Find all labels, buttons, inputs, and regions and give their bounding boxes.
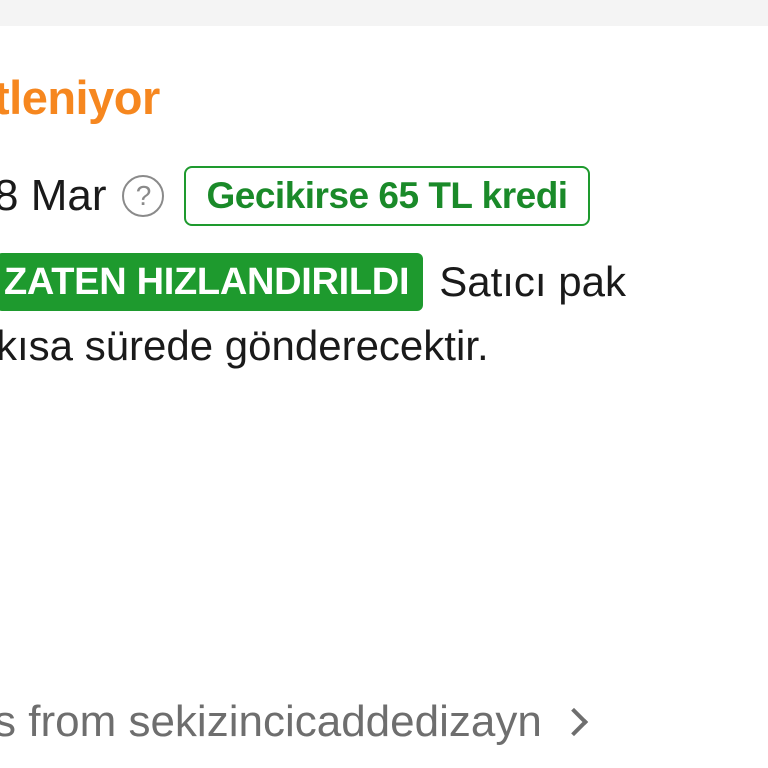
expedited-message-line1: Satıcı pak (439, 258, 626, 305)
expedited-message-line2: kısa sürede gönderecektir. (0, 322, 489, 369)
chevron-right-icon (559, 707, 588, 737)
expedited-info-row: ZATEN HIZLANDIRILDI Satıcı pak (0, 252, 626, 312)
order-status-title: tleniyor (0, 71, 160, 124)
late-credit-badge: Gecikirse 65 TL kredi (184, 166, 590, 226)
expedited-tag: ZATEN HIZLANDIRILDI (0, 253, 424, 311)
store-link[interactable]: s from sekizincicaddedizayn (0, 690, 588, 754)
top-divider-strip (0, 0, 768, 26)
delivery-info-row: 8 Mar ? Gecikirse 65 TL kredi (0, 166, 590, 226)
question-circle-icon[interactable]: ? (122, 175, 165, 217)
delivery-date: 8 Mar (0, 171, 107, 220)
store-link-text: s from sekizincicaddedizayn (0, 697, 542, 746)
